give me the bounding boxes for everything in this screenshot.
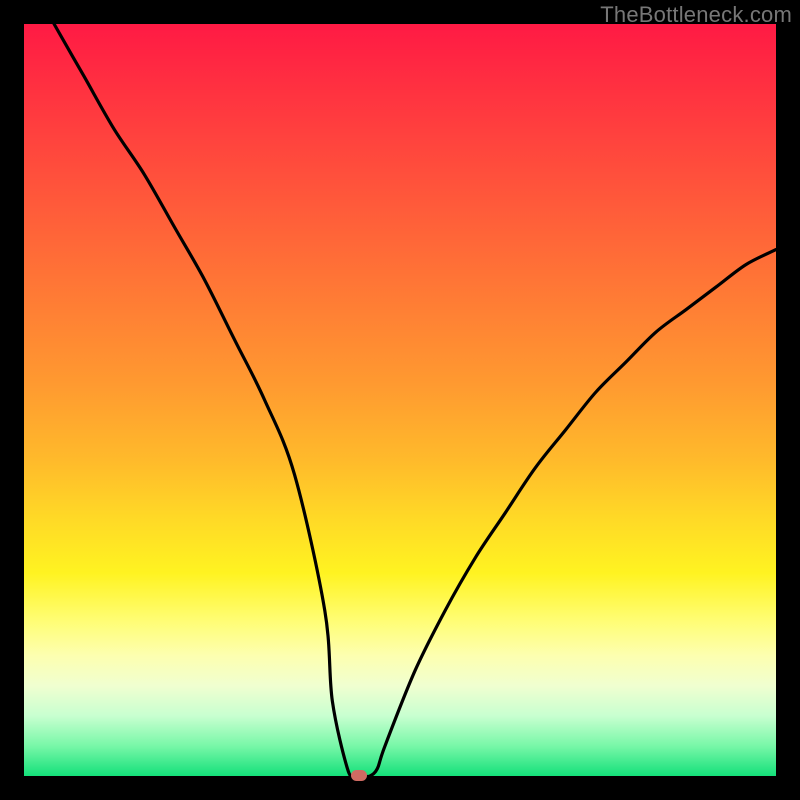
watermark-text: TheBottleneck.com [600,2,792,28]
bottleneck-curve [24,24,776,776]
outer-frame: TheBottleneck.com [0,0,800,800]
optimum-marker [351,770,367,781]
plot-area [24,24,776,776]
